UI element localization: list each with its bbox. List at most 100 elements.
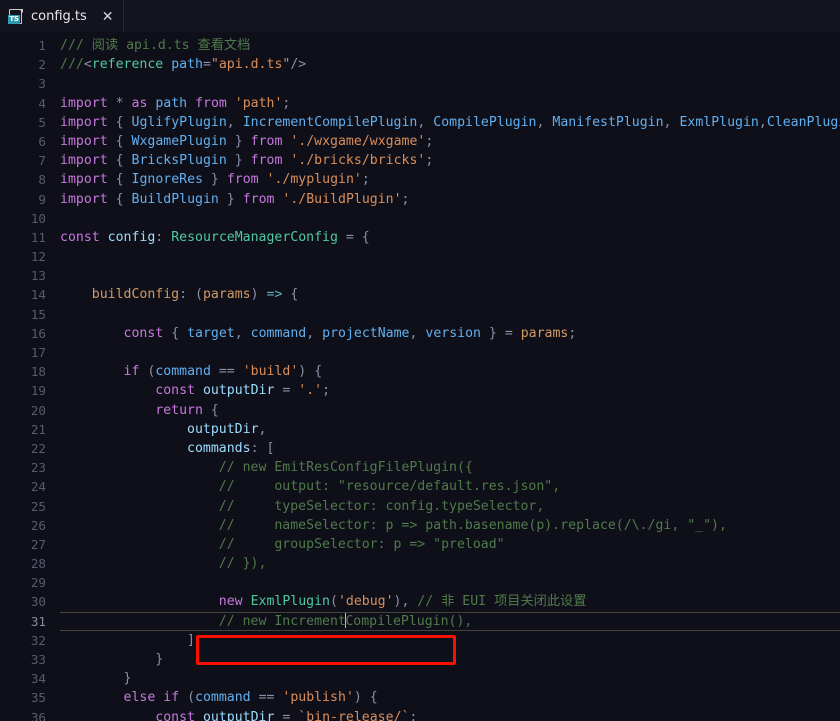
line-number: 16: [30, 325, 46, 341]
code-line[interactable]: 8 import { IgnoreRes } from './myplugin';: [0, 170, 840, 189]
line-content: [0, 573, 840, 592]
line-number: 24: [30, 479, 46, 495]
line-content: // output: "resource/default.res.json",: [60, 479, 561, 495]
code-line[interactable]: 15: [0, 305, 840, 324]
code-line[interactable]: 10: [0, 209, 840, 228]
code-line[interactable]: 6 import { WxgamePlugin } from './wxgame/…: [0, 132, 840, 151]
line-content: const outputDir = '.';: [155, 383, 331, 399]
line-number: 23: [30, 460, 46, 476]
line-content: [0, 74, 840, 93]
line-content: ]: [187, 632, 195, 648]
code-line[interactable]: 35 else if (command == 'publish') {: [0, 688, 840, 707]
code-line[interactable]: 23 // new EmitResConfigFilePlugin({: [0, 458, 840, 477]
code-editor[interactable]: 1 /// 阅读 api.d.ts 查看文档 2 ///<reference pat…: [0, 33, 840, 721]
code-line[interactable]: 24 // output: "resource/default.res.json…: [0, 477, 840, 496]
line-number: 36: [30, 709, 46, 721]
code-area[interactable]: 1 /// 阅读 api.d.ts 查看文档 2 ///<reference pat…: [0, 33, 840, 721]
line-number: 35: [30, 690, 46, 706]
tab-config-ts[interactable]: TS config.ts ✕: [0, 0, 124, 32]
line-number: 33: [30, 652, 46, 667]
code-line[interactable]: 19 const outputDir = '.';: [0, 381, 840, 400]
code-line[interactable]: 12: [0, 247, 840, 266]
code-line[interactable]: 18 if (command == 'build') {: [0, 362, 840, 381]
code-line[interactable]: 17: [0, 343, 840, 362]
line-number: 1: [38, 38, 46, 53]
line-number: 32: [30, 632, 46, 648]
line-content: [0, 266, 840, 285]
line-content: import { BuildPlugin } from './BuildPlug…: [60, 191, 410, 207]
code-line[interactable]: 1 /// 阅读 api.d.ts 查看文档: [0, 36, 840, 55]
code-line[interactable]: 7 import { BricksPlugin } from './bricks/…: [0, 151, 840, 170]
code-line[interactable]: 11 const config: ResourceManagerConfig = …: [0, 228, 840, 247]
close-icon[interactable]: ✕: [102, 10, 114, 24]
code-line[interactable]: 3: [0, 74, 840, 93]
line-number: 21: [30, 421, 46, 437]
code-line[interactable]: 2 ///<reference path="api.d.ts"/>: [0, 55, 840, 74]
line-content: [0, 209, 840, 228]
line-number: 4: [38, 95, 46, 111]
line-content: [0, 343, 840, 362]
code-line[interactable]: 25 // typeSelector: config.typeSelector,: [0, 497, 840, 516]
line-number: 25: [30, 498, 46, 514]
line-content: import { IgnoreRes } from './myplugin';: [60, 172, 370, 188]
line-number: 12: [30, 249, 46, 265]
code-line[interactable]: 26 // nameSelector: p => path.basename(p…: [0, 516, 840, 535]
line-content: // typeSelector: config.typeSelector,: [60, 498, 545, 514]
code-line[interactable]: 14 buildConfig: (params) => {: [0, 285, 840, 304]
line-content: // groupSelector: p => "preload": [60, 536, 505, 552]
code-line[interactable]: 30 new ExmlPlugin('debug'), // 非 EUI 项目关…: [0, 592, 840, 611]
line-number: 34: [30, 671, 46, 687]
line-number: 30: [30, 594, 46, 610]
line-content: else if (command == 'publish') {: [123, 690, 378, 706]
line-number: 13: [30, 268, 46, 284]
line-content: }: [123, 671, 132, 687]
line-content: commands: [: [187, 440, 275, 456]
line-number: 19: [30, 383, 46, 399]
line-content: buildConfig: (params) => {: [91, 287, 299, 303]
line-number: 10: [30, 210, 46, 226]
code-line[interactable]: 36 const outputDir = `bin-release/`;: [0, 708, 840, 721]
line-content: }: [155, 652, 164, 667]
code-line[interactable]: 21 outputDir,: [0, 420, 840, 439]
code-line[interactable]: 13: [0, 266, 840, 285]
line-content: outputDir,: [187, 421, 267, 437]
line-content: [0, 305, 840, 324]
line-content: /// 阅读 api.d.ts 查看文档: [60, 38, 251, 53]
code-line[interactable]: 16 const { target, command, projectName,…: [0, 324, 840, 343]
line-content: new ExmlPlugin('debug'), // 非 EUI 项目关闭此设…: [218, 594, 587, 610]
line-content: // }),: [60, 556, 267, 572]
code-line[interactable]: 27 // groupSelector: p => "preload": [0, 535, 840, 554]
code-line[interactable]: 20 return {: [0, 401, 840, 420]
editor-tab-bar: TS config.ts ✕: [0, 0, 840, 33]
line-content: // new IncrementCompilePlugin(),: [60, 612, 473, 629]
line-content: import { UglifyPlugin, IncrementCompileP…: [60, 114, 840, 130]
code-line-active[interactable]: 31 // new IncrementCompilePlugin(),: [0, 611, 840, 632]
typescript-file-icon: TS: [7, 8, 24, 25]
line-content: ///<reference path="api.d.ts"/>: [60, 57, 307, 73]
line-number: 27: [30, 536, 46, 552]
line-number: 20: [30, 402, 46, 418]
code-line[interactable]: 5 import { UglifyPlugin, IncrementCompile…: [0, 113, 840, 132]
code-line[interactable]: 34 }: [0, 669, 840, 688]
code-line[interactable]: 33 }: [0, 650, 840, 669]
code-line[interactable]: 29: [0, 573, 840, 592]
line-content: import { WxgamePlugin } from './wxgame/w…: [60, 133, 434, 149]
code-line[interactable]: 4 import * as path from 'path';: [0, 94, 840, 113]
code-line[interactable]: 28 // }),: [0, 554, 840, 573]
tab-label: config.ts: [31, 9, 87, 24]
line-number: 22: [30, 440, 46, 456]
code-line[interactable]: 22 commands: [: [0, 439, 840, 458]
line-number: 28: [30, 556, 46, 572]
code-line[interactable]: 32 ]: [0, 631, 840, 650]
line-number: 18: [30, 364, 46, 380]
line-number: 11: [30, 229, 46, 245]
line-content: import * as path from 'path';: [60, 95, 291, 111]
line-content: import { BricksPlugin } from './bricks/b…: [60, 153, 434, 169]
line-number: 3: [38, 76, 46, 92]
line-number: 2: [38, 57, 46, 73]
line-number: 15: [30, 306, 46, 322]
line-number: 29: [30, 575, 46, 591]
line-number: 7: [38, 153, 46, 169]
code-line[interactable]: 9 import { BuildPlugin } from './BuildPlu…: [0, 190, 840, 209]
line-content: const { target, command, projectName, ve…: [123, 325, 577, 341]
